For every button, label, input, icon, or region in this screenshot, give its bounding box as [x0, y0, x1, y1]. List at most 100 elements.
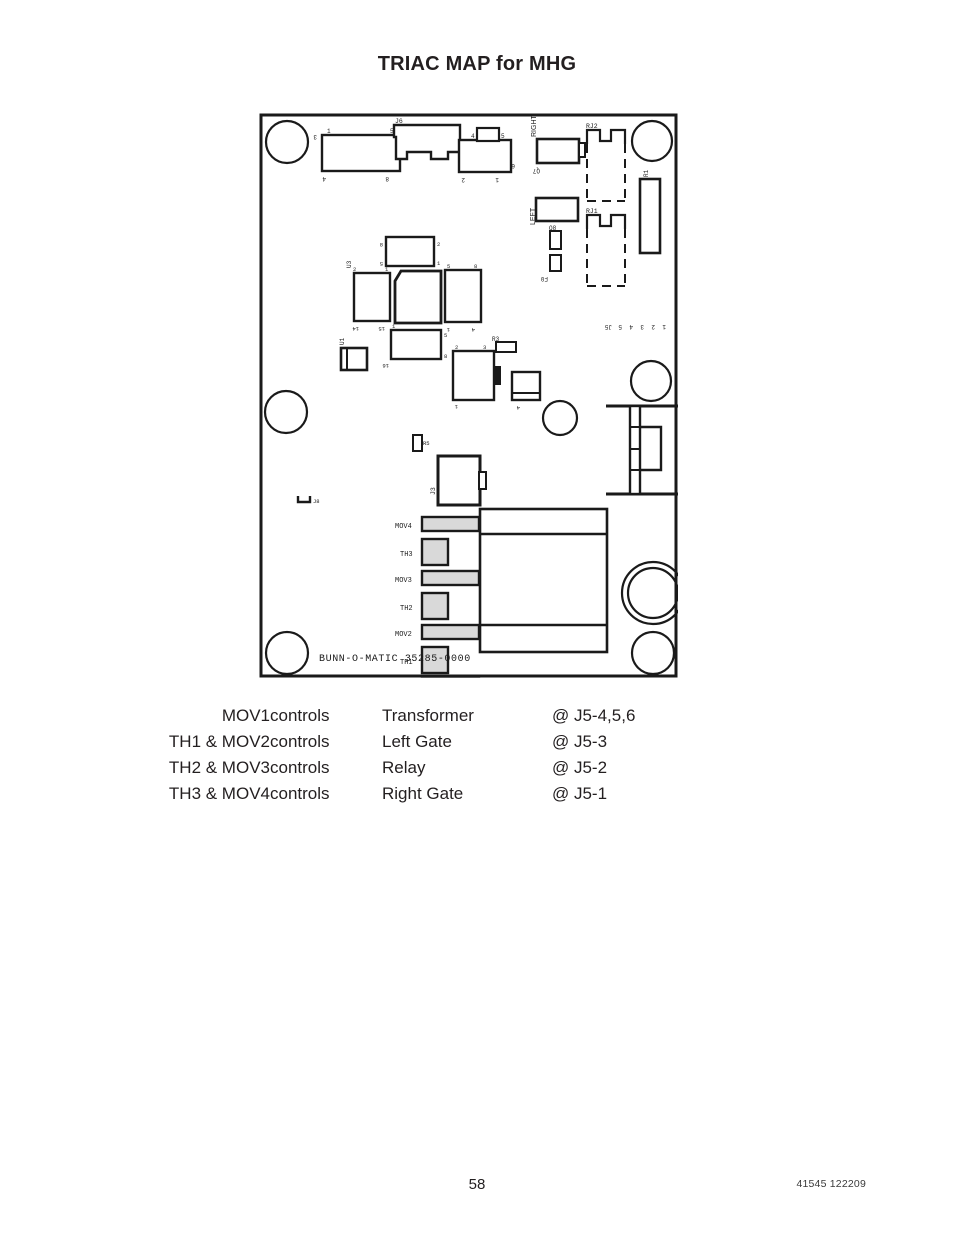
silk-label-j6: J6 [395, 118, 403, 125]
pin-label-u2-5: 5 [380, 260, 383, 267]
pin-label-j1-8: 8 [385, 175, 389, 182]
pin-label-u3-2: 2 [353, 266, 356, 273]
page-title: TRIAC MAP for MHG [377, 53, 577, 75]
legend-verb: controls [270, 706, 330, 725]
component-th3 [420, 537, 450, 567]
component-th2 [420, 591, 450, 621]
legend-verb: controls [270, 732, 330, 751]
pcb-silkscreen-diagram: 3 1 5 4 8 J6 4 5 2 1 6 RIGHT HOPPER Q7 L… [259, 113, 678, 678]
pin-label-mid-3: 3 [483, 344, 486, 351]
legend-connector: @ J5-3 [552, 732, 608, 751]
silk-label-rj1: RJ1 [586, 208, 598, 215]
silk-label-f0: F0 [540, 275, 548, 282]
component-mov2 [420, 623, 481, 641]
silk-label-mov2: MOV2 [395, 631, 412, 639]
silk-label-th3: TH3 [400, 551, 413, 559]
pin-label-j2-1: 1 [495, 176, 499, 183]
pin-label-u5-5: 5 [444, 332, 447, 339]
relay-right-hopper [535, 137, 581, 165]
pin-label-j5-4: 4 [629, 323, 633, 330]
pin-label-u3-15: 15 [378, 325, 385, 332]
ic-main-microcontroller [393, 269, 443, 325]
pin-label-j2-5: 5 [501, 133, 505, 140]
pin-label-j5-2: 2 [651, 323, 655, 330]
pin-label-j5-5: 5 [618, 323, 622, 330]
legend-target: Right Gate [382, 784, 464, 803]
legend-verb: controls [270, 758, 330, 777]
component-capacitor-square [510, 370, 542, 402]
component-r5 [412, 434, 423, 452]
pin-label-j2-6: 6 [511, 162, 515, 169]
transformer-body [478, 507, 609, 654]
legend-verb: controls [270, 784, 330, 803]
component-u1 [339, 346, 369, 372]
triac-legend-table: MOV1 controls Transformer @ J5-4,5,6 TH1… [148, 705, 636, 809]
component-triac-mid-tab [493, 366, 501, 385]
connector-j3 [436, 454, 482, 507]
silk-label-q7: Q7 [532, 167, 540, 174]
legend-connector: @ J5-4,5,6 [552, 706, 636, 725]
pin-label-u4-8: 8 [474, 263, 477, 270]
ic-u5 [389, 328, 443, 361]
triac-legend: MOV1 controls Transformer @ J5-4,5,6 TH1… [148, 705, 708, 809]
legend-target: Transformer [382, 706, 474, 725]
silk-label-mov4: MOV4 [395, 523, 412, 531]
legend-connector: @ J5-2 [552, 758, 608, 777]
pin-label-u3-14: 14 [352, 325, 359, 332]
pin-label-mid-2: 2 [455, 344, 458, 351]
table-row: MOV1 controls Transformer @ J5-4,5,6 [148, 705, 636, 731]
pin-label-j1-3: 3 [313, 133, 317, 140]
component-tall-right [638, 177, 662, 255]
pin-label-j1-4: 4 [322, 175, 326, 182]
ic-u4 [443, 268, 483, 324]
component-q8 [549, 230, 562, 250]
legend-device: MOV1 [221, 706, 270, 725]
pin-label-j2-4: 4 [471, 133, 475, 140]
connector-j2-keyway [475, 126, 501, 143]
silk-label-th2: TH2 [400, 605, 413, 613]
silk-label-u1: U1 [339, 337, 346, 345]
table-row: TH3 & MOV4 controls Right Gate @ J5-1 [148, 783, 635, 809]
pin-label-u4-5: 5 [447, 263, 450, 270]
silk-label-j5: J5 [604, 323, 612, 330]
pcb-diagram-svg: 3 1 5 4 8 J6 4 5 2 1 6 RIGHT HOPPER Q7 L… [259, 113, 678, 678]
silk-label-r3: R3 [492, 336, 500, 343]
component-f0 [549, 254, 562, 272]
connector-j1 [320, 133, 402, 173]
legend-target: Relay [382, 758, 426, 777]
silk-label-q8: Q8 [549, 225, 557, 232]
silk-label-jumper: J8 [313, 498, 320, 505]
silk-label-r5: R5 [423, 440, 430, 447]
legend-target: Left Gate [382, 732, 452, 751]
relay-left-hopper [534, 196, 580, 223]
silk-label-right-hopper: RIGHT HOPPER [531, 113, 538, 137]
board-part-marking: BUNN-O-MATIC 35285-0000 [319, 654, 471, 665]
table-row: TH1 & MOV2 controls Left Gate @ J5-3 [148, 731, 635, 757]
silk-label-j3: J3 [430, 487, 437, 495]
legend-device: TH1 & MOV2 [168, 732, 270, 751]
pin-label-j5-3: 3 [640, 323, 644, 330]
connector-j2-body [457, 138, 513, 174]
ic-u3 [352, 271, 392, 323]
pin-label-j1-1: 1 [327, 128, 331, 135]
silk-label-u3: U3 [346, 260, 353, 268]
pin-label-u5-8: 8 [444, 353, 447, 360]
component-triac-mid [451, 349, 496, 402]
legend-connector: @ J5-1 [552, 784, 608, 803]
relay-right-hopper-tab [578, 142, 586, 158]
component-mov4 [420, 515, 481, 533]
pin-label-j2-2: 2 [461, 176, 465, 183]
component-mov3 [420, 569, 481, 587]
pin-label-u2-2: 2 [437, 241, 440, 248]
silk-label-tall-right: R1 [643, 169, 650, 177]
table-row: TH2 & MOV3 controls Relay @ J5-2 [148, 757, 635, 783]
legend-device: TH3 & MOV4 [168, 784, 270, 803]
connector-j3-keyway [478, 471, 487, 490]
legend-device: TH2 & MOV3 [168, 758, 270, 777]
pin-label-j5-1: 1 [662, 323, 666, 330]
pin-label-u5-16: 16 [382, 362, 389, 369]
silk-label-mov3: MOV3 [395, 577, 412, 585]
component-r3 [495, 341, 517, 353]
pin-label-u2-8: 8 [380, 241, 383, 248]
ic-u2 [384, 235, 436, 268]
